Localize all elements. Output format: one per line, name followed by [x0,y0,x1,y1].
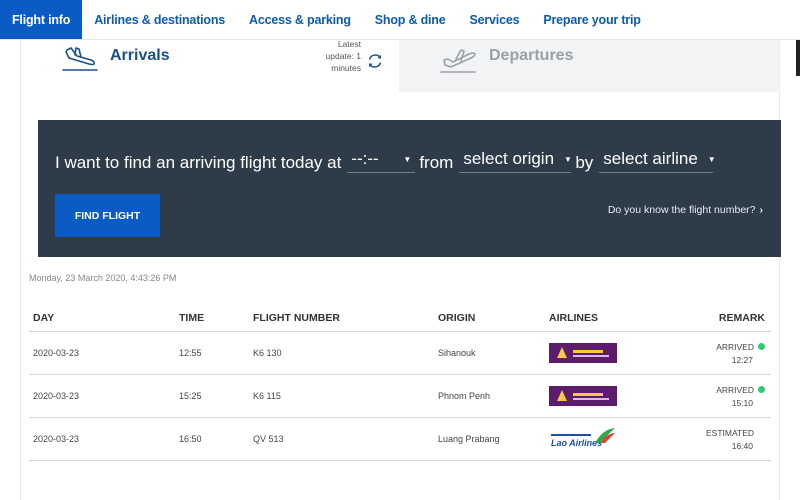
header-time[interactable]: TIME [179,312,253,324]
remark-time: 16:40 [731,440,753,451]
cell-day: 2020-03-23 [33,391,80,401]
departure-plane-icon [440,49,476,73]
search-sentence: I want to find an arriving flight today … [55,149,717,173]
cell-origin: Phnom Penh [438,391,491,401]
table-row[interactable]: 2020-03-23 12:55 K6 130 Sihanouk ARRIVED… [29,332,771,375]
header-remark[interactable]: REMARK [689,312,771,324]
update-line-2: update: 1 [325,51,361,61]
status-dot-icon [758,343,765,350]
remark-status-text: ARRIVED [716,384,754,395]
status-dot-icon [758,386,765,393]
by-word: by [575,153,594,172]
time-select-value: --:-- [351,149,379,168]
header-day[interactable]: DAY [29,312,179,324]
lao-airlines-logo: Lao Airlines [549,427,619,451]
remark-status-text: ESTIMATED [705,427,754,438]
tab-departures[interactable]: Departures [399,40,779,92]
cambodia-angkor-air-logo [549,343,617,363]
nav-item-flight-info[interactable]: Flight info [0,0,83,39]
remark-time: 15:10 [731,397,753,408]
cell-day: 2020-03-23 [33,348,80,358]
cell-flight-number: K6 115 [253,391,281,401]
cell-time: 16:50 [179,434,202,444]
airline-select[interactable]: select airline ▼ [599,149,716,173]
cell-origin: Luang Prabang [438,434,500,444]
cell-remark: ARRIVED 15:10 [689,385,771,408]
cell-remark: ARRIVED 12:27 [689,342,771,365]
cambodia-angkor-air-logo [549,386,617,406]
cell-time: 15:25 [179,391,202,401]
origin-select-value: select origin [463,149,555,168]
update-line-3: minutes [331,63,361,73]
find-flight-button[interactable]: FIND FLIGHT [55,194,160,237]
flight-number-link-text: Do you know the flight number? [607,204,756,216]
top-navigation: Flight info Airlines & destinations Acce… [0,0,800,40]
flight-number-link[interactable]: Do you know the flight number? › [608,204,763,216]
current-timestamp: Monday, 23 March 2020, 4:43:26 PM [29,273,177,283]
tab-departures-label: Departures [489,47,574,64]
angkor-crest-icon [557,347,567,358]
header-flight-number[interactable]: FLIGHT NUMBER [253,312,438,324]
table-row[interactable]: 2020-03-23 15:25 K6 115 Phnom Penh ARRIV… [29,375,771,418]
arrivals-table: DAY TIME FLIGHT NUMBER ORIGIN AIRLINES R… [29,305,771,461]
from-word: from [419,153,454,172]
airline-select-value: select airline [603,149,698,168]
angkor-crest-icon [557,390,567,401]
remark-status: ARRIVED [689,385,765,395]
window-edge [796,40,800,76]
cell-time: 12:55 [179,348,202,358]
refresh-icon[interactable] [366,52,384,70]
update-line-1: Latest [337,39,361,49]
table-header: DAY TIME FLIGHT NUMBER ORIGIN AIRLINES R… [29,305,771,332]
arrival-plane-icon [62,47,98,71]
nav-item-airlines-destinations[interactable]: Airlines & destinations [82,0,237,39]
cell-airline [549,386,689,406]
cell-flight-number: QV 513 [253,434,284,444]
tab-arrivals-label: Arrivals [110,47,170,64]
chevron-right-icon: › [759,204,764,216]
tab-arrivals[interactable]: Arrivals Latest update: 1 minutes [21,38,399,92]
cell-origin: Sihanouk [438,348,476,358]
cell-airline: Lao Airlines [549,427,689,451]
remark-status-text: ARRIVED [716,341,754,352]
nav-item-services[interactable]: Services [457,0,531,39]
nav-item-prepare-trip[interactable]: Prepare your trip [531,0,652,39]
nav-item-access-parking[interactable]: Access & parking [237,0,363,39]
latest-update-text: Latest update: 1 minutes [309,38,361,74]
cell-flight-number: K6 130 [253,348,282,358]
chevron-down-icon: ▼ [403,154,412,164]
chevron-down-icon: ▼ [564,154,572,164]
cell-remark: ESTIMATED 16:40 [689,428,771,451]
cell-airline [549,343,689,363]
nav-item-shop-dine[interactable]: Shop & dine [363,0,458,39]
time-select[interactable]: --:-- ▼ [347,149,416,173]
chevron-down-icon: ▼ [707,154,716,164]
remark-status: ARRIVED [689,342,765,352]
flight-search-panel: I want to find an arriving flight today … [38,120,781,257]
cell-day: 2020-03-23 [33,434,80,444]
origin-select[interactable]: select origin ▼ [459,149,572,173]
remark-time: 12:27 [731,354,753,365]
header-origin[interactable]: ORIGIN [438,312,549,324]
search-prefix: I want to find an arriving flight today … [55,153,342,172]
table-row[interactable]: 2020-03-23 16:50 QV 513 Luang Prabang La… [29,418,771,461]
header-airlines[interactable]: AIRLINES [549,312,689,324]
lao-flower-icon [595,428,615,443]
flight-direction-tabs: Arrivals Latest update: 1 minutes Depart… [21,38,779,92]
remark-status: ESTIMATED [689,428,765,438]
